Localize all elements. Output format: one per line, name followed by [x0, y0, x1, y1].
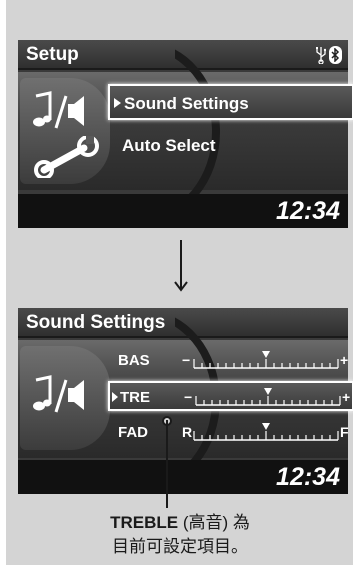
callout-caption: TREBLE (高音) 為 目前可設定項目。 — [40, 511, 320, 559]
eq-label: TRE — [120, 389, 150, 406]
clock-bar: 12:34 — [18, 460, 348, 494]
level-indicator-icon — [264, 388, 272, 395]
status-icons — [316, 46, 342, 64]
level-indicator-icon — [262, 423, 270, 430]
eq-row-treble[interactable]: TRE − + — [108, 381, 354, 411]
treble-slider[interactable]: − + — [182, 385, 354, 411]
page-title: Sound Settings — [26, 312, 166, 333]
wrench-icon — [34, 136, 99, 178]
eq-label: FAD — [118, 424, 148, 441]
menu-item-auto-select[interactable]: Auto Select — [108, 128, 354, 164]
clock-bar: 12:34 — [18, 194, 348, 228]
menu-panel: Sound Settings Auto Select — [18, 42, 354, 222]
setup-screen: Setup Sound Settings Auto Select 12:34 — [18, 40, 354, 228]
caption-term-note: (高音) 為 — [178, 513, 250, 532]
music-speaker-icon — [33, 91, 84, 129]
scale-right-mark: F — [340, 424, 349, 440]
caption-line-2: 目前可設定項目。 — [112, 537, 248, 556]
clock-display: 12:34 — [276, 197, 340, 225]
setup-icon-tile — [20, 78, 110, 184]
eq-label: BAS — [118, 352, 150, 369]
usb-icon — [316, 47, 326, 64]
caption-line-1: TREBLE (高音) 為 — [40, 511, 320, 535]
bass-slider[interactable]: − + — [180, 348, 352, 374]
level-indicator-icon — [262, 351, 270, 358]
scale-left-mark: − — [184, 389, 192, 405]
fader-slider[interactable]: RF — [180, 420, 352, 446]
sound-icon-tile — [20, 346, 110, 450]
sound-settings-screen: Sound Settings BAS − + TRE − + FAD RF 12… — [18, 308, 354, 494]
menu-item-label: Auto Select — [122, 136, 216, 155]
music-speaker-icon — [33, 375, 84, 413]
eq-row-fader[interactable]: FAD RF — [108, 418, 354, 448]
callout-leader-line — [166, 420, 168, 508]
scale-right-mark: + — [340, 352, 348, 368]
eq-panel: BAS − + TRE − + FAD RF — [18, 310, 354, 490]
eq-row-bass[interactable]: BAS − + — [108, 346, 354, 376]
caption-term: TREBLE — [110, 513, 179, 532]
menu-item-label: Sound Settings — [124, 94, 249, 113]
clock-display: 12:34 — [276, 463, 340, 491]
menu-item-sound-settings[interactable]: Sound Settings — [108, 84, 354, 120]
page-title: Setup — [26, 44, 79, 65]
down-arrow-icon — [174, 240, 188, 292]
bluetooth-icon — [329, 46, 342, 64]
scale-left-mark: R — [182, 424, 192, 440]
scale-left-mark: − — [182, 352, 190, 368]
scale-right-mark: + — [342, 389, 350, 405]
